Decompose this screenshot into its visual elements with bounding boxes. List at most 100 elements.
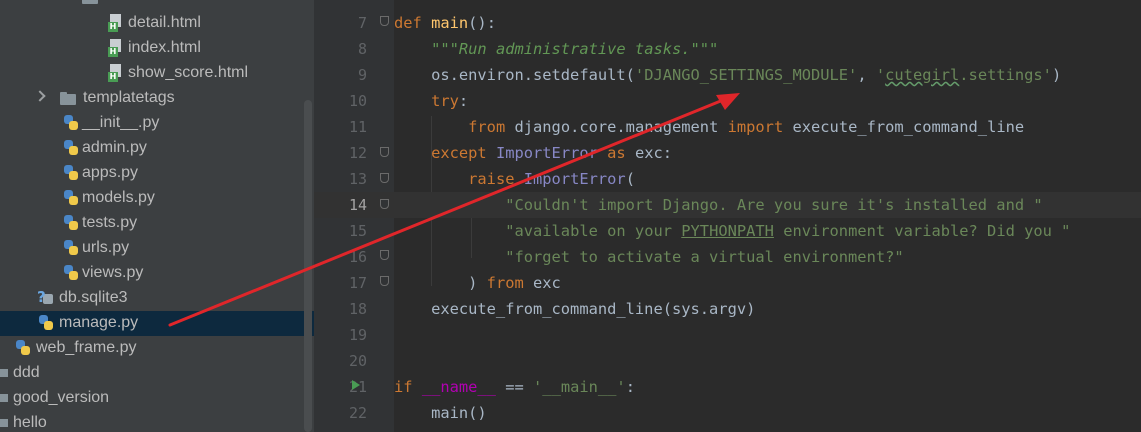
code-token: ==	[495, 378, 534, 396]
code-token: ImportError	[523, 170, 626, 188]
python-file-icon	[62, 264, 80, 282]
tree-scrollbar[interactable]	[304, 100, 312, 432]
tree-item[interactable]: templatetags	[0, 86, 314, 111]
line-number: 9	[357, 66, 367, 84]
code-token: main	[431, 14, 469, 32]
code-line[interactable]: """Run administrative tasks."""	[394, 36, 1141, 62]
code-line[interactable]: def main():	[394, 10, 1141, 36]
html-file-icon	[108, 64, 124, 82]
code-line[interactable]: raise ImportError(	[394, 166, 1141, 192]
code-token: __name__	[421, 378, 496, 396]
html-file-icon	[108, 14, 124, 32]
code-token: exc	[533, 274, 561, 292]
code-line[interactable]: os.environ.setdefault('DJANGO_SETTINGS_M…	[394, 62, 1141, 88]
tree-item-label: web_frame.py	[36, 339, 137, 356]
folder-icon	[0, 419, 8, 427]
line-number: 10	[348, 92, 367, 110]
html-file-icon	[108, 39, 124, 57]
tree-item[interactable]: show_score.html	[0, 61, 314, 86]
code-token: os.environ.setdefault(	[394, 66, 635, 84]
code-token: :	[625, 378, 635, 396]
code-token: 'DJANGO_SETTINGS_MODULE'	[634, 66, 858, 84]
code-token: (	[625, 170, 635, 188]
tree-item-label: templatetags	[83, 89, 175, 106]
code-token: .settings'	[959, 66, 1052, 84]
tree-item[interactable]: views.py	[0, 261, 314, 286]
code-token: main()	[394, 404, 487, 422]
tree-item-label: db.sqlite3	[59, 289, 128, 306]
python-file-icon	[62, 139, 80, 157]
tree-item[interactable]: web_frame.py	[0, 336, 314, 361]
code-line[interactable]: "Couldn't import Django. Are you sure it…	[394, 192, 1141, 218]
code-line[interactable]: main()	[394, 400, 1141, 426]
project-tree: detail.html index.html show_score.htmltemp…	[0, 0, 314, 432]
run-gutter-icon[interactable]	[352, 380, 360, 390]
tree-item[interactable]: tests.py	[0, 211, 314, 236]
code-token: raise	[468, 170, 524, 188]
code-line[interactable]: "forget to activate a virtual environmen…	[394, 244, 1141, 270]
tree-item-label: good_version	[13, 389, 110, 406]
code-token: execute_from_command_line	[792, 118, 1025, 136]
code-token: PYTHONPATH	[681, 222, 774, 240]
tree-item[interactable]: index.html	[0, 36, 314, 61]
code-line[interactable]: execute_from_command_line(sys.argv)	[394, 296, 1141, 322]
code-token: from	[468, 118, 515, 136]
tree-item-label: hello	[13, 414, 47, 431]
python-file-icon	[62, 189, 80, 207]
code-token: try	[431, 92, 459, 110]
tree-item[interactable]: models.py	[0, 186, 314, 211]
line-number: 8	[357, 40, 367, 58]
tree-item[interactable]: ddd	[0, 361, 314, 386]
code-token: "available on your	[505, 222, 682, 240]
chevron-right-icon[interactable]	[36, 91, 46, 101]
folder-icon	[0, 394, 8, 402]
tree-item-label: apps.py	[82, 164, 139, 181]
code-token: """Run administrative tasks."""	[431, 40, 719, 58]
code-line[interactable]: try:	[394, 88, 1141, 114]
code-line[interactable]: from django.core.management import execu…	[394, 114, 1141, 140]
fold-marker-icon[interactable]	[380, 16, 389, 26]
tree-item[interactable]: ? db.sqlite3	[0, 286, 314, 311]
code-token: exc:	[634, 144, 673, 162]
tree-item-label: show_score.html	[128, 64, 249, 81]
tree-item[interactable]: admin.py	[0, 136, 314, 161]
fold-marker-icon[interactable]	[380, 199, 389, 209]
tree-item-label: urls.py	[82, 239, 130, 256]
fold-marker-icon[interactable]	[380, 173, 389, 183]
tree-item[interactable]: hello	[0, 411, 314, 432]
line-number: 14	[348, 196, 367, 214]
code-token: )	[1051, 66, 1062, 84]
fold-marker-icon[interactable]	[380, 147, 389, 157]
tree-item[interactable]: apps.py	[0, 161, 314, 186]
tree-item[interactable]: urls.py	[0, 236, 314, 261]
python-file-icon	[62, 114, 80, 132]
tree-item-label: detail.html	[128, 14, 201, 31]
code-line[interactable]: if __name__ == '__main__':	[394, 374, 1141, 400]
tree-item[interactable]: __init__.py	[0, 111, 314, 136]
code-token: )	[394, 274, 487, 292]
code-line[interactable]: "available on your PYTHONPATH environmen…	[394, 218, 1141, 244]
code-line[interactable]	[394, 348, 1141, 374]
code-token: execute_from_command_line(sys.argv)	[394, 300, 756, 318]
fold-marker-icon[interactable]	[380, 250, 389, 260]
code-line[interactable]: except ImportError as exc:	[394, 140, 1141, 166]
tree-item[interactable]: detail.html	[0, 11, 314, 36]
code-line[interactable]	[394, 322, 1141, 348]
code-editor[interactable]: def main(): """Run administrative tasks.…	[394, 0, 1141, 432]
code-token: except	[431, 144, 496, 162]
folder-icon	[0, 369, 8, 377]
line-number: 19	[348, 326, 367, 344]
fold-marker-icon[interactable]	[380, 276, 389, 286]
code-line[interactable]: ) from exc	[394, 270, 1141, 296]
line-number: 20	[348, 352, 367, 370]
line-number-gutter: 7 8 9 10 11 12 13 14 15 16 17 18 19 20 21 22	[314, 0, 394, 432]
tree-item[interactable]: good_version	[0, 386, 314, 411]
tree-item[interactable]: manage.py	[0, 311, 314, 336]
